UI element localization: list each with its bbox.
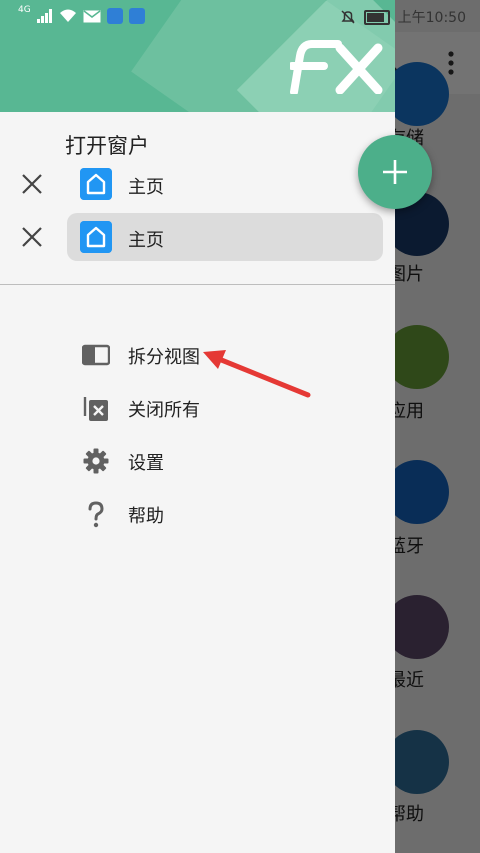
- close-icon[interactable]: [18, 223, 46, 251]
- open-windows-title: 打开窗户: [65, 134, 149, 158]
- menu-item-split-view[interactable]: 拆分视图: [0, 331, 395, 379]
- clock: 上午10:50: [397, 10, 466, 26]
- bell-off-icon: [341, 10, 355, 24]
- divider: [0, 284, 395, 285]
- split-view-icon: [82, 344, 110, 366]
- window-item[interactable]: 主页: [0, 160, 395, 208]
- plus-icon: [383, 160, 407, 184]
- help-icon: [88, 501, 104, 528]
- home-icon: [80, 221, 112, 253]
- wifi-icon: [59, 9, 76, 22]
- fx-logo: [290, 40, 383, 94]
- menu-item-close-all[interactable]: 关闭所有: [0, 384, 395, 432]
- home-icon: [80, 168, 112, 200]
- menu-label: 设置: [128, 453, 164, 474]
- window-label: 主页: [128, 177, 164, 198]
- menu-label: 关闭所有: [128, 400, 200, 421]
- window-pill[interactable]: [67, 213, 383, 261]
- cloud-icon: [128, 8, 145, 24]
- close-icon[interactable]: [18, 170, 46, 198]
- menu-item-settings[interactable]: 设置: [0, 437, 395, 485]
- status-bar: 4G 上午10:50: [0, 0, 480, 32]
- close-all-icon: [83, 397, 108, 421]
- add-window-button[interactable]: [358, 135, 432, 209]
- mail-icon: [83, 9, 101, 22]
- window-item-active[interactable]: 主页: [0, 213, 395, 261]
- window-pill[interactable]: [67, 160, 383, 208]
- menu-label: 帮助: [128, 506, 164, 527]
- navigation-drawer: 打开窗户 主页 主页 拆分视图 关闭所有 设置 帮助: [0, 0, 395, 853]
- window-label: 主页: [128, 230, 164, 251]
- battery-icon: [363, 9, 390, 25]
- menu-label: 拆分视图: [128, 347, 200, 368]
- gear-icon: [83, 448, 109, 474]
- annotation-arrow: [203, 350, 311, 398]
- signal-icon: [36, 9, 52, 23]
- menu-item-help[interactable]: 帮助: [0, 490, 395, 538]
- network-type: 4G: [18, 5, 31, 15]
- shield-icon: [106, 8, 123, 24]
